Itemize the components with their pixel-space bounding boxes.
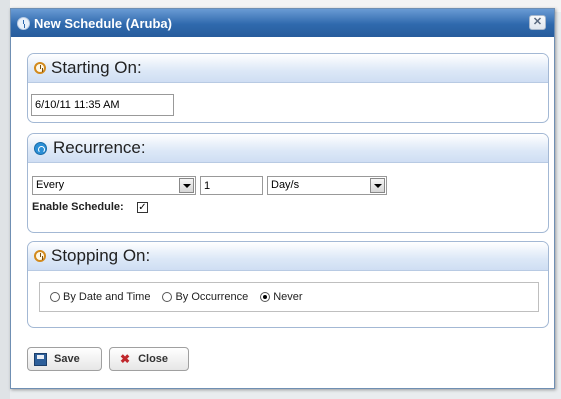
close-label: Close	[138, 353, 169, 365]
clock-icon	[34, 250, 46, 262]
radio-button[interactable]	[50, 292, 60, 302]
radio-button[interactable]	[162, 292, 173, 302]
radio-button[interactable]	[260, 292, 271, 302]
starting-on-header: Starting On:	[28, 54, 548, 83]
recurrence-header: Recurrence:	[28, 134, 548, 163]
chevron-down-icon[interactable]	[179, 178, 194, 193]
stopping-on-section: Stopping On: By Date and Time By Occurre…	[27, 241, 549, 328]
dialog-title: New Schedule (Aruba)	[34, 15, 172, 31]
recurrence-title: Recurrence:	[53, 138, 146, 157]
chevron-down-icon[interactable]	[370, 178, 385, 193]
schedule-icon	[17, 16, 30, 30]
enable-schedule-checkbox[interactable]: ✓	[137, 202, 148, 213]
close-dialog-icon[interactable]: ✕	[529, 15, 546, 30]
background-edge	[0, 0, 10, 399]
dialog-titlebar[interactable]: New Schedule (Aruba) ✕	[11, 9, 554, 37]
stopping-on-header: Stopping On:	[28, 242, 548, 271]
start-datetime-input[interactable]	[31, 94, 174, 116]
stop-condition-group: By Date and Time By Occurrence Never	[39, 282, 539, 312]
close-icon: ✖	[120, 352, 131, 366]
stop-option-never[interactable]: Never	[260, 291, 303, 303]
interval-input[interactable]	[200, 176, 263, 195]
starting-on-section: Starting On:	[27, 53, 549, 123]
stop-option-occurrence[interactable]: By Occurrence	[162, 291, 248, 303]
frequency-value: Every	[36, 179, 65, 191]
close-button[interactable]: ✖ Close	[109, 347, 189, 371]
stop-option-date-time[interactable]: By Date and Time	[50, 291, 150, 303]
schedule-dialog: New Schedule (Aruba) ✕ Starting On: Recu…	[10, 8, 555, 389]
recurrence-icon	[34, 141, 47, 155]
enable-schedule-label: Enable Schedule:	[32, 201, 124, 213]
option-label: By Occurrence	[175, 291, 249, 303]
clock-icon	[34, 62, 46, 74]
option-label: Never	[273, 291, 303, 303]
stopping-on-title: Stopping On:	[51, 246, 151, 265]
unit-value: Day/s	[271, 179, 300, 191]
recurrence-section: Recurrence: Every Day/s Enable Schedule:…	[27, 133, 549, 233]
save-button[interactable]: Save	[27, 347, 102, 371]
frequency-select[interactable]: Every	[32, 176, 196, 195]
save-icon	[34, 352, 47, 366]
starting-on-title: Starting On:	[51, 58, 142, 77]
save-label: Save	[54, 353, 80, 365]
unit-select[interactable]: Day/s	[267, 176, 387, 195]
option-label: By Date and Time	[63, 291, 151, 303]
